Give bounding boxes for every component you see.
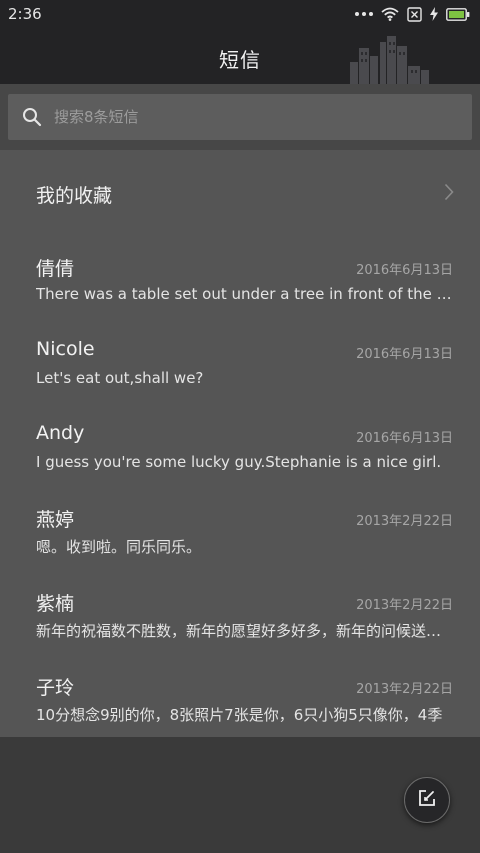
message-preview: I guess you're some lucky guy.Stephanie … [36, 453, 442, 471]
message-date: 2013年2月22日 [356, 682, 453, 697]
conversation-item[interactable]: 紫楠 2013年2月22日 新年的祝福数不胜数，新年的愿望好多好多，新年的问候送… [0, 589, 480, 673]
status-icons [355, 4, 470, 24]
contact-name: Andy [36, 422, 85, 444]
contact-name: 燕婷 [36, 509, 75, 531]
contact-name: Nicole [36, 338, 95, 360]
message-date: 2016年6月13日 [356, 263, 453, 278]
message-preview: 新年的祝福数不胜数，新年的愿望好多好多，新年的问候送给你 [36, 622, 454, 640]
conversation-item[interactable]: 子玲 2013年2月22日 10分想念9别的你，8张照片7张是你，6只小狗5只像… [0, 673, 480, 757]
contact-name: 子玲 [36, 677, 75, 699]
favorites-row[interactable]: 我的收藏 [0, 150, 480, 234]
contact-name: 倩倩 [36, 258, 75, 280]
conversation-list: 我的收藏 倩倩 2016年6月13日 There was a table set… [0, 150, 480, 737]
search-icon [22, 107, 42, 131]
message-preview: There was a table set out under a tree i… [36, 285, 454, 303]
city-skyline-icon [350, 34, 430, 88]
chevron-right-icon [444, 183, 454, 205]
search-input[interactable] [54, 94, 454, 140]
status-time: 2:36 [8, 5, 42, 23]
battery-icon [446, 7, 470, 21]
message-preview: 10分想念9别的你，8张照片7张是你，6只小狗5只像你，4季 [36, 706, 443, 724]
charging-bolt-icon [430, 7, 438, 21]
conversation-item[interactable]: Andy 2016年6月13日 I guess you're some luck… [0, 422, 480, 506]
status-bar: 2:36 [0, 0, 480, 28]
more-dots-icon [355, 12, 373, 16]
message-date: 2016年6月13日 [356, 431, 453, 446]
top-bar: 2:36 短信 [0, 0, 480, 84]
no-sim-icon [407, 6, 422, 22]
favorites-label: 我的收藏 [36, 185, 113, 207]
message-date: 2013年2月22日 [356, 514, 453, 529]
message-preview: Let's eat out,shall we? [36, 369, 204, 387]
compose-button[interactable] [404, 777, 450, 823]
contact-name: 紫楠 [36, 593, 75, 615]
sms-app-screen: 2:36 短信 搜索8条短信 我的收藏 倩倩 2016年6月13日 There … [0, 0, 480, 853]
conversation-item[interactable]: 燕婷 2013年2月22日 嗯。收到啦。同乐同乐。 [0, 505, 480, 589]
conversation-item[interactable]: 倩倩 2016年6月13日 There was a table set out … [0, 254, 480, 338]
message-preview: 嗯。收到啦。同乐同乐。 [36, 538, 202, 556]
search-region [0, 84, 480, 150]
compose-icon [417, 788, 437, 812]
conversation-item[interactable]: Nicole 2016年6月13日 Let's eat out,shall we… [0, 338, 480, 422]
search-box[interactable] [8, 94, 472, 140]
message-date: 2016年6月13日 [356, 347, 453, 362]
wifi-icon [381, 7, 399, 21]
message-date: 2013年2月22日 [356, 598, 453, 613]
